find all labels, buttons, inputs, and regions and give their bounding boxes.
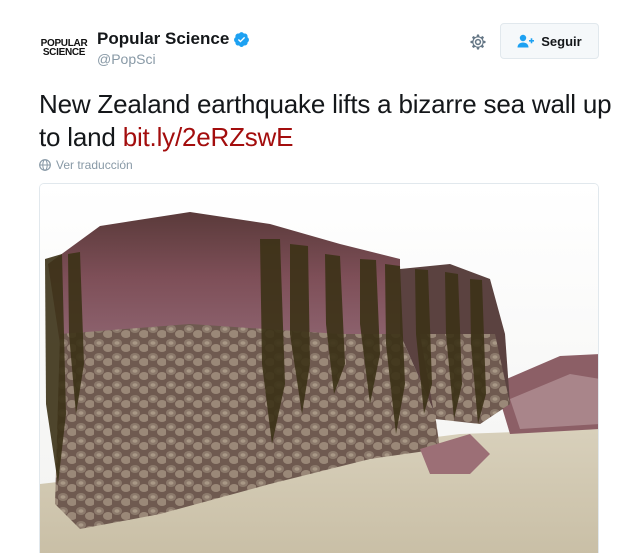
author-name-row: Popular Science: [97, 29, 250, 49]
translate-label: Ver traducción: [56, 158, 133, 172]
follow-button[interactable]: Seguir: [500, 23, 599, 59]
follow-label: Seguir: [541, 33, 582, 49]
tweet-photo[interactable]: [39, 183, 599, 553]
avatar[interactable]: POPULAR SCIENCE: [38, 28, 90, 68]
tweet-text: New Zealand earthquake lifts a bizarre s…: [39, 88, 619, 154]
avatar-line-2: SCIENCE: [42, 47, 86, 58]
tweet-link[interactable]: bit.ly/2eRZswE: [123, 122, 294, 152]
add-person-icon: [517, 34, 535, 48]
globe-icon: [39, 159, 51, 171]
sea-wall-photo: [40, 184, 598, 553]
author-handle[interactable]: @PopSci: [97, 51, 250, 67]
translate-link[interactable]: Ver traducción: [39, 158, 133, 172]
tweet-header: POPULAR SCIENCE Popular Science @PopSci …: [0, 0, 637, 80]
author-name[interactable]: Popular Science: [97, 29, 229, 49]
verified-badge-icon: [234, 31, 250, 47]
gear-icon[interactable]: [468, 32, 488, 52]
author-info[interactable]: Popular Science @PopSci: [97, 29, 250, 67]
